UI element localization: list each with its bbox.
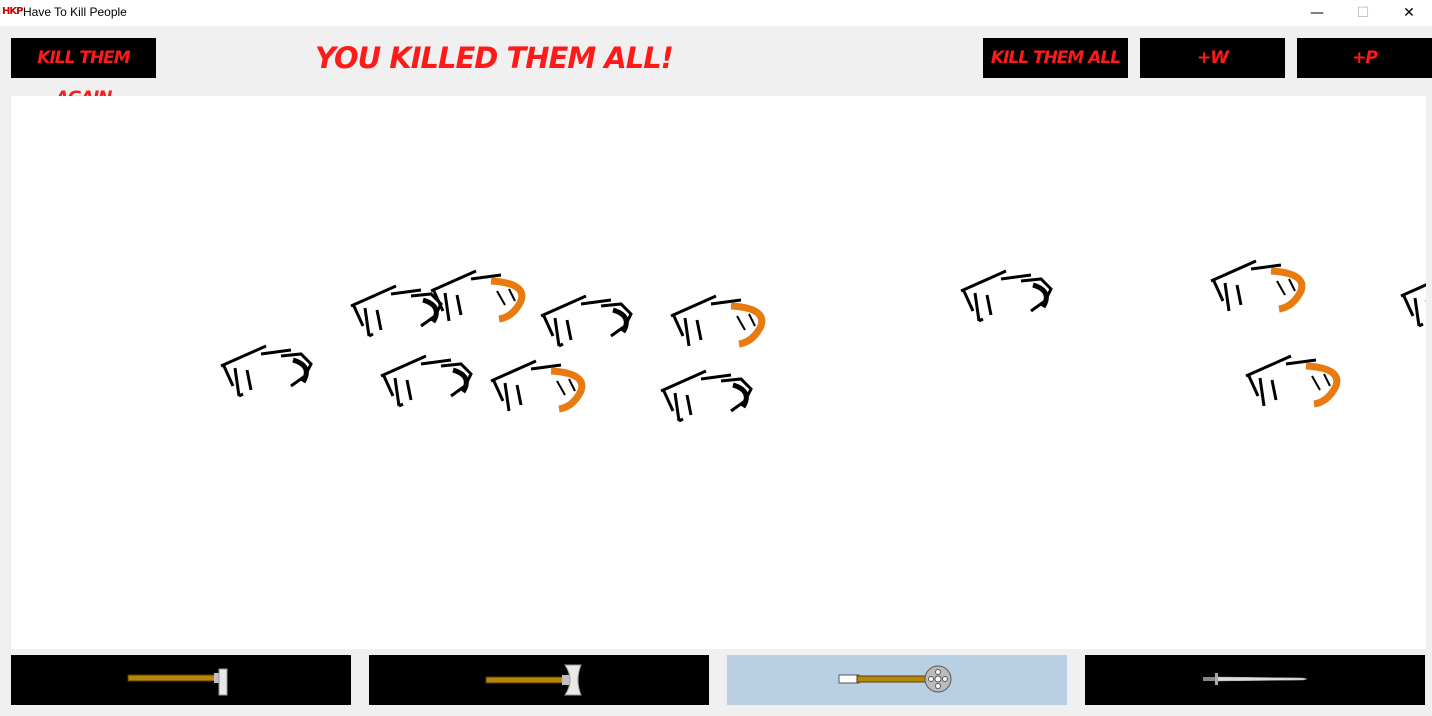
mace-icon [838,665,952,693]
kill-them-all-button[interactable]: KILL THEM ALL [983,38,1128,78]
game-arena[interactable] [11,96,1426,649]
corpse [541,296,631,346]
status-headline: YOU KILLED THEM ALL! [315,41,674,75]
corpse [661,371,751,421]
sword-icon [1203,673,1308,685]
battle-axe-icon [485,664,582,696]
add-people-button[interactable]: +P [1297,38,1432,78]
window-title: Have To Kill People [23,5,127,19]
close-button[interactable]: ✕ [1386,0,1432,26]
corpse-bloody [671,296,762,346]
weapon-slot-battle-axe[interactable] [369,655,709,705]
corpse [1401,276,1426,326]
corpse-bloody [491,361,582,411]
corpses-layer [11,96,1426,649]
corpse [381,356,471,406]
corpse-bloody [431,271,522,321]
add-weapon-button[interactable]: +W [1140,38,1285,78]
kill-them-again-button[interactable]: KILL THEM AGAIN [11,38,156,108]
title-bar: HKP Have To Kill People — ☐ ✕ [0,0,1432,26]
weapon-slot-mace[interactable] [727,655,1067,705]
corpse [221,346,311,396]
corpse-bloody [1246,356,1337,406]
minimize-button[interactable]: — [1294,0,1340,26]
app-icon: HKP [2,6,23,17]
corpse-bloody [1211,261,1302,311]
corpse [961,271,1051,321]
axe-icon [127,668,228,696]
weapon-slot-axe[interactable] [11,655,351,705]
maximize-button[interactable]: ☐ [1340,0,1386,26]
weapon-slot-sword[interactable] [1085,655,1425,705]
corpse [351,286,441,336]
